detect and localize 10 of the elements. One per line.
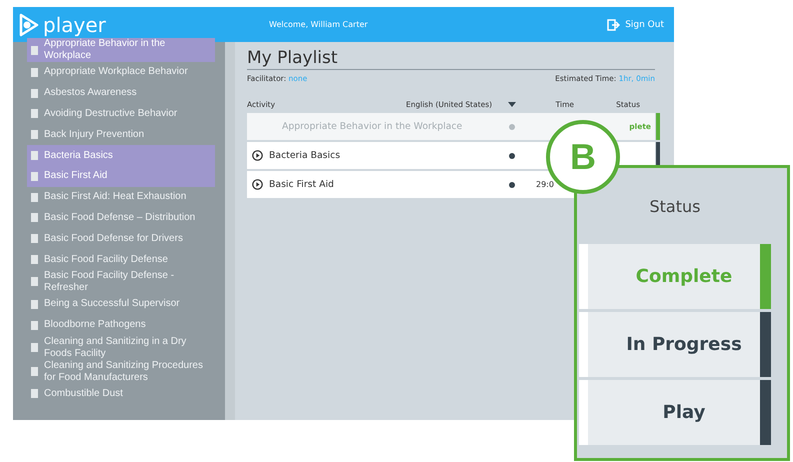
page-title: My Playlist (247, 48, 655, 70)
activity-title: Basic First Aid (269, 179, 334, 190)
activity-title: Bacteria Basics (269, 150, 340, 161)
status-legend-item: Play (588, 380, 760, 445)
status-legend-item: Complete (588, 244, 760, 309)
app-logo-text: player (43, 12, 106, 36)
welcome-text: Welcome, William Carter (269, 20, 369, 29)
activity-title: Appropriate Behavior in the Workplace (282, 121, 462, 132)
status-legend-item: In Progress (588, 312, 760, 377)
callout-heading: Status (650, 196, 700, 216)
